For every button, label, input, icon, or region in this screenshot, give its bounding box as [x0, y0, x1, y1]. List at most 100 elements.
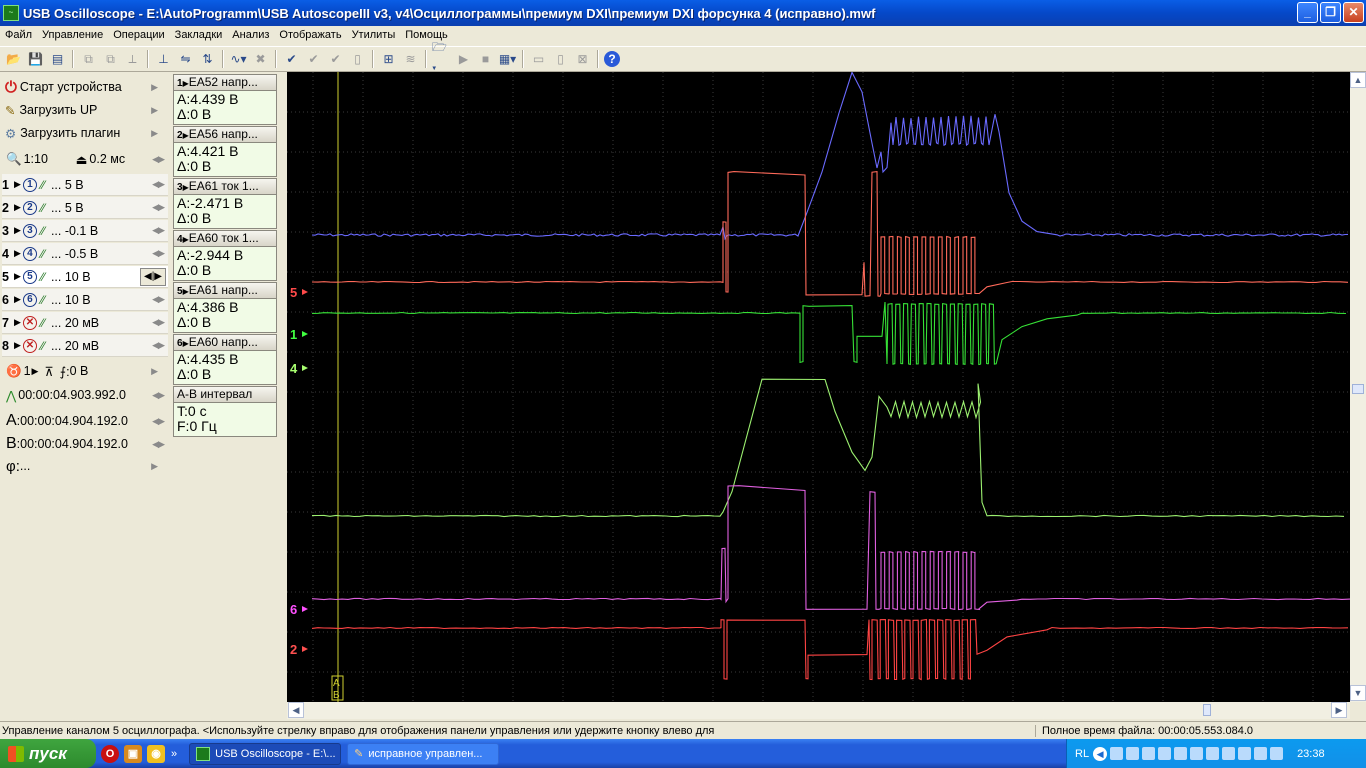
- cursor-b-row[interactable]: B : 00:00:04.904.192.0 ◀▶: [2, 433, 168, 455]
- page-icon[interactable]: ▯: [348, 50, 367, 69]
- security-icon[interactable]: [1142, 747, 1156, 760]
- paste-icon[interactable]: ⧉: [101, 50, 120, 69]
- start-button[interactable]: пуск: [0, 739, 96, 768]
- probe-icon[interactable]: ⁄⁄: [41, 201, 45, 215]
- channel-disabled-icon[interactable]: ✕: [22, 315, 37, 330]
- vertical-scrollbar[interactable]: ▲ ▼: [1350, 72, 1366, 702]
- opera-icon[interactable]: O: [101, 744, 119, 763]
- channel-disabled-icon[interactable]: ✕: [22, 338, 37, 353]
- measure-block-7[interactable]: A-B интервал T:0 с F:0 Гц: [173, 386, 277, 437]
- left-right-arrows-icon[interactable]: ◀▶: [152, 225, 165, 236]
- scroll-up-button[interactable]: ▲: [1350, 72, 1366, 88]
- play-icon[interactable]: ▶: [454, 50, 473, 69]
- trigger-time-row[interactable]: ⋀ 00:00:04.903.992.0 ◀▶: [2, 384, 168, 406]
- measure-header[interactable]: 6▶EA60 напр...: [173, 334, 277, 351]
- left-right-arrows-icon[interactable]: ◀▶: [152, 179, 165, 190]
- wave-icon[interactable]: ≋: [401, 50, 420, 69]
- menu-control[interactable]: Управление: [37, 29, 108, 41]
- app-icon[interactable]: ~: [3, 5, 19, 21]
- channel-enabled-icon[interactable]: 3: [22, 223, 37, 238]
- waveform-canvas[interactable]: 5 1 4 6 2 AB: [287, 72, 1350, 702]
- language-indicator[interactable]: RL: [1075, 748, 1089, 760]
- tray-expand-icon[interactable]: ◀: [1093, 746, 1108, 761]
- measure-block-2[interactable]: 2▶EA56 напр... A:4.421 В Δ:0 В: [173, 126, 277, 177]
- vertical-scroll-thumb[interactable]: [1352, 384, 1364, 394]
- channel-row-7[interactable]: 7 ▶ ✕ ⁄⁄ ... 20 мВ ◀▶: [2, 312, 168, 334]
- check-icon[interactable]: ✔: [282, 50, 301, 69]
- phase-row[interactable]: φ: ... ▶: [2, 455, 168, 477]
- probe-icon[interactable]: ⁄⁄: [41, 247, 45, 261]
- filter-icon[interactable]: ∿▾: [229, 50, 248, 69]
- left-right-arrows-icon[interactable]: ◀▶: [152, 294, 165, 305]
- scroll-right-button[interactable]: ▶: [1331, 702, 1347, 718]
- task-usb-oscilloscope[interactable]: USB Oscilloscope - E:\...: [189, 742, 342, 765]
- channel-enabled-icon[interactable]: 4: [22, 246, 37, 261]
- measure-header[interactable]: A-B интервал: [173, 386, 277, 403]
- bluetooth-icon[interactable]: [1254, 747, 1268, 760]
- menu-operations[interactable]: Операции: [108, 29, 169, 41]
- left-right-arrows-icon[interactable]: ◀▶: [152, 248, 165, 259]
- left-right-arrows-icon[interactable]: ◀▶: [152, 340, 165, 351]
- display-tray-icon[interactable]: [1222, 747, 1236, 760]
- scroll-left-button[interactable]: ◀: [288, 702, 304, 718]
- channel-row-2[interactable]: 2 ▶ 2 ⁄⁄... 5 В ◀▶: [2, 197, 168, 219]
- load-up-button[interactable]: ✎ Загрузить UP ▶: [2, 99, 168, 121]
- measure-header[interactable]: 4▶EA60 ток 1...: [173, 230, 277, 247]
- open-icon[interactable]: 📂: [4, 50, 23, 69]
- measure-icon[interactable]: ⟂: [123, 50, 142, 69]
- probe-icon[interactable]: ⁄⁄: [41, 316, 45, 330]
- task-document[interactable]: ✎ исправное управлен...: [347, 742, 500, 765]
- sync-icon[interactable]: [1174, 747, 1188, 760]
- menu-bookmarks[interactable]: Закладки: [170, 29, 228, 41]
- stop-icon[interactable]: ■: [476, 50, 495, 69]
- measure-header[interactable]: 1▶EA52 напр...: [173, 74, 277, 91]
- horizontal-scrollbar[interactable]: ◀ ▶: [287, 702, 1350, 719]
- cursor-a-row[interactable]: A : 00:00:04.904.192.0 ◀▶: [2, 410, 168, 432]
- network-icon[interactable]: [1110, 747, 1124, 760]
- explorer-icon[interactable]: ▣: [124, 744, 142, 763]
- horizontal-scroll-thumb[interactable]: [1203, 704, 1211, 716]
- probe-icon[interactable]: ⁄⁄: [41, 224, 45, 238]
- check2-icon[interactable]: ✔: [304, 50, 323, 69]
- left-right-arrows-icon[interactable]: ◀▶: [152, 390, 165, 401]
- chart-icon[interactable]: ▭: [529, 50, 548, 69]
- measure-block-1[interactable]: 1▶EA52 напр... A:4.439 В Δ:0 В: [173, 74, 277, 125]
- channel-enabled-icon[interactable]: 5: [22, 269, 37, 284]
- channel-row-6[interactable]: 6 ▶ 6 ⁄⁄... 10 В ◀▶: [2, 289, 168, 311]
- measure-block-4[interactable]: 4▶EA60 ток 1... A:-2.944 В Δ:0 В: [173, 230, 277, 281]
- channel-expand-button[interactable]: ◀|▶: [140, 268, 166, 286]
- measure-header[interactable]: 2▶EA56 напр...: [173, 126, 277, 143]
- channel-enabled-icon[interactable]: 1: [22, 177, 37, 192]
- scroll-down-button[interactable]: ▼: [1350, 685, 1366, 701]
- save-icon[interactable]: 💾: [26, 50, 45, 69]
- zoom-icon[interactable]: ⇋: [176, 50, 195, 69]
- network-icon[interactable]: [1126, 747, 1140, 760]
- close-button[interactable]: ✕: [1343, 2, 1364, 23]
- trigger-row[interactable]: ♉ 1 ▶ ⊼ ⨍: 0 В ▶: [2, 360, 168, 382]
- antivirus-icon[interactable]: [1158, 747, 1172, 760]
- menu-file[interactable]: Файл: [0, 29, 37, 41]
- start-device-button[interactable]: ⏻ Старт устройства ▶: [2, 76, 168, 98]
- channel-row-1[interactable]: 1 ▶ 1 ⁄⁄... 5 В ◀▶: [2, 174, 168, 196]
- measure-header[interactable]: 5▶EA61 напр...: [173, 282, 277, 299]
- delete-icon[interactable]: ✖: [251, 50, 270, 69]
- maximize-button[interactable]: ❐: [1320, 2, 1341, 23]
- channel-row-3[interactable]: 3 ▶ 3 ⁄⁄... -0.1 В ◀▶: [2, 220, 168, 242]
- channel-enabled-icon[interactable]: 2: [22, 200, 37, 215]
- channel-enabled-icon[interactable]: 6: [22, 292, 37, 307]
- channel-row-8[interactable]: 8 ▶ ✕ ⁄⁄ ... 20 мВ ◀▶: [2, 335, 168, 357]
- measure-block-3[interactable]: 3▶EA61 ток 1... A:-2.471 В Δ:0 В: [173, 178, 277, 229]
- copy-icon[interactable]: ⧉: [79, 50, 98, 69]
- measure-header[interactable]: 3▶EA61 ток 1...: [173, 178, 277, 195]
- close-icon[interactable]: ⊠: [573, 50, 592, 69]
- scale-icon[interactable]: ⇅: [198, 50, 217, 69]
- printer-icon[interactable]: [1238, 747, 1252, 760]
- menu-utilities[interactable]: Утилиты: [347, 29, 401, 41]
- left-right-arrows-icon[interactable]: ◀▶: [152, 439, 165, 450]
- oscilloscope-display[interactable]: 5 1 4 6 2 AB: [287, 72, 1350, 702]
- menu-analysis[interactable]: Анализ: [227, 29, 274, 41]
- left-right-arrows-icon[interactable]: ◀▶: [152, 416, 165, 427]
- left-right-arrows-icon[interactable]: ◀▶: [152, 202, 165, 213]
- update-icon[interactable]: [1190, 747, 1204, 760]
- probe-icon[interactable]: ⁄⁄: [41, 339, 45, 353]
